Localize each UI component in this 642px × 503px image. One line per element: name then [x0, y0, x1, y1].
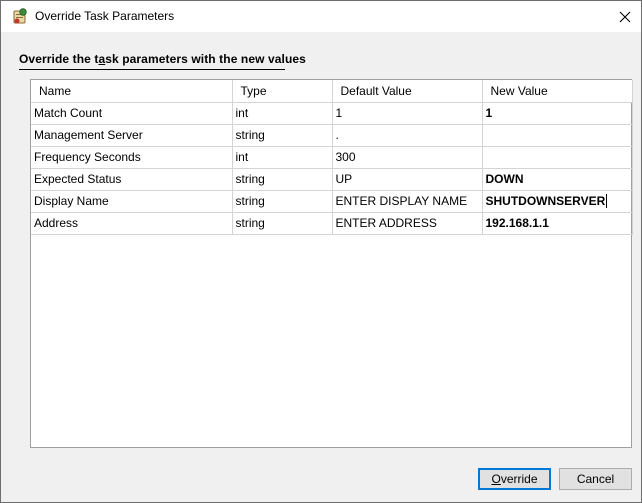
table-row[interactable]: Expected Status string UP DOWN: [31, 167, 633, 191]
cell-name: Address: [31, 211, 233, 235]
cell-name: Expected Status: [31, 167, 233, 191]
table-row[interactable]: Frequency Seconds int 300: [31, 145, 633, 169]
cell-type: int: [231, 145, 333, 169]
cell-type: string: [231, 211, 333, 235]
cell-new-value[interactable]: 1: [481, 101, 633, 125]
column-header-new-value[interactable]: New Value: [481, 80, 633, 103]
cell-default-value: ENTER ADDRESS: [331, 211, 483, 235]
title-bar: Override Task Parameters: [1, 1, 641, 32]
cell-new-value[interactable]: [481, 145, 633, 169]
new-value-edit-text[interactable]: SHUTDOWNSERVER: [486, 194, 606, 208]
cell-name: Match Count: [31, 101, 233, 125]
close-icon: [619, 11, 631, 22]
instruction-heading: Override the task parameters with the ne…: [19, 52, 306, 66]
cell-name: Management Server: [31, 123, 233, 147]
cell-new-value[interactable]: 192.168.1.1: [481, 211, 633, 235]
header-row: Name Type Default Value New Value: [31, 80, 633, 103]
cell-default-value: 1: [331, 101, 483, 125]
table-row[interactable]: Address string ENTER ADDRESS 192.168.1.1: [31, 211, 633, 235]
cell-name: Frequency Seconds: [31, 145, 233, 169]
cell-default-value: ENTER DISPLAY NAME: [331, 189, 483, 213]
table-row[interactable]: Display Name string ENTER DISPLAY NAME S…: [31, 189, 633, 213]
cell-type: string: [231, 189, 333, 213]
parameters-table: Name Type Default Value New Value Match …: [31, 80, 633, 235]
task-parameters-app-icon: [12, 8, 28, 24]
column-header-type[interactable]: Type: [231, 80, 333, 103]
column-header-name[interactable]: Name: [31, 80, 233, 103]
cell-default-value: .: [331, 123, 483, 147]
override-task-parameters-dialog: Override Task Parameters Override the ta…: [0, 0, 642, 503]
header-panel: Override the task parameters with the ne…: [1, 32, 641, 72]
text-cursor: [606, 194, 608, 209]
cell-new-value[interactable]: DOWN: [481, 167, 633, 191]
cell-new-value-editing[interactable]: SHUTDOWNSERVER: [481, 189, 633, 213]
heading-underline: [19, 69, 285, 70]
cell-default-value: UP: [331, 167, 483, 191]
cell-new-value[interactable]: [481, 123, 633, 147]
column-header-default-value[interactable]: Default Value: [331, 80, 483, 103]
override-button[interactable]: Override: [478, 468, 551, 490]
window-title: Override Task Parameters: [35, 9, 175, 23]
table-row[interactable]: Management Server string .: [31, 123, 633, 147]
cell-type: string: [231, 167, 333, 191]
close-button[interactable]: [609, 1, 641, 32]
table-row[interactable]: Match Count int 1 1: [31, 101, 633, 125]
cell-default-value: 300: [331, 145, 483, 169]
cell-type: string: [231, 123, 333, 147]
cancel-button[interactable]: Cancel: [559, 468, 632, 490]
cell-name: Display Name: [31, 189, 233, 213]
cell-type: int: [231, 101, 333, 125]
parameters-grid: Name Type Default Value New Value Match …: [30, 79, 633, 448]
